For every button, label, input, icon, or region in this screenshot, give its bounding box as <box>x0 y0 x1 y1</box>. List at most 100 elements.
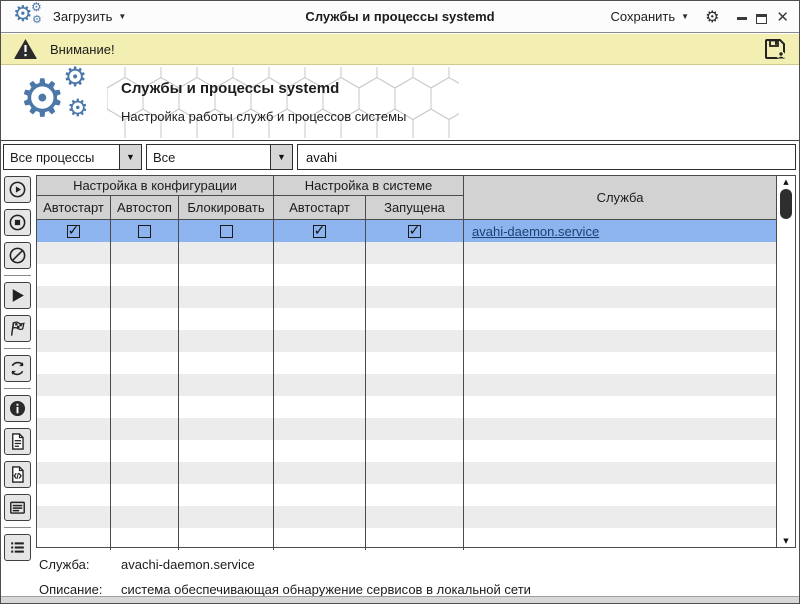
group-header-system[interactable]: Настройка в системе <box>274 176 464 196</box>
cell-running[interactable]: ✓ <box>366 220 464 242</box>
gear-icon: ⚙ <box>63 62 87 93</box>
vertical-scrollbar[interactable]: ▲ ▼ <box>776 175 796 548</box>
settings-gear-icon[interactable]: ⚙ <box>705 9 719 25</box>
search-input[interactable] <box>297 144 796 170</box>
table-body-filler <box>37 242 776 550</box>
process-filter-dropdown[interactable]: Все процессы ▼ <box>3 144 142 170</box>
maximize-button[interactable] <box>756 9 767 25</box>
table-row-empty[interactable] <box>37 396 776 418</box>
refresh-button[interactable] <box>4 355 31 382</box>
load-button[interactable]: Загрузить ▼ <box>47 5 132 28</box>
refresh-icon <box>8 359 27 378</box>
log-file-button[interactable] <box>4 428 31 455</box>
table-cell-empty <box>37 418 111 440</box>
table-row-empty[interactable] <box>37 242 776 264</box>
table-row-empty[interactable] <box>37 484 776 506</box>
play-circle-icon <box>8 180 27 199</box>
table-cell-empty <box>464 374 776 396</box>
checkbox[interactable] <box>138 225 151 238</box>
table-row-empty[interactable] <box>37 506 776 528</box>
cell-block[interactable] <box>179 220 274 242</box>
table-row-empty[interactable] <box>37 462 776 484</box>
gear-icon: ⚙ <box>31 0 42 14</box>
table-row-empty[interactable] <box>37 330 776 352</box>
scroll-up-icon[interactable]: ▲ <box>777 178 795 186</box>
cell-autostop[interactable] <box>111 220 179 242</box>
table-cell-empty <box>179 418 274 440</box>
stop-service-button[interactable] <box>4 209 31 236</box>
checkbox[interactable]: ✓ <box>408 225 421 238</box>
warning-bar: Внимание! <box>1 34 799 65</box>
table-row-empty[interactable] <box>37 308 776 330</box>
start-service-button[interactable] <box>4 176 31 203</box>
save-changes-icon[interactable] <box>763 37 787 61</box>
table-cell-empty <box>37 330 111 352</box>
table-row-empty[interactable] <box>37 286 776 308</box>
config-file-button[interactable] <box>4 461 31 488</box>
table-row-empty[interactable] <box>37 440 776 462</box>
run-button[interactable] <box>4 282 31 309</box>
dropdown-arrow-icon[interactable]: ▼ <box>270 145 292 169</box>
close-button[interactable]: ✕ <box>776 9 789 25</box>
service-link[interactable]: avahi-daemon.service <box>472 224 599 239</box>
dropdown-arrow-icon[interactable]: ▼ <box>119 145 141 169</box>
table-cell-empty <box>464 396 776 418</box>
toolbar-separator <box>4 388 31 389</box>
table-row-empty[interactable] <box>37 374 776 396</box>
minimize-button[interactable] <box>737 9 747 25</box>
table-cell-empty <box>274 242 366 264</box>
window-controls: ✕ <box>737 9 789 25</box>
table-cell-empty <box>111 396 179 418</box>
table-cell-empty <box>366 484 464 506</box>
forbid-service-button[interactable] <box>4 242 31 269</box>
scroll-down-icon[interactable]: ▼ <box>777 537 795 545</box>
bullet-list-icon <box>8 538 27 557</box>
table-cell-empty <box>464 308 776 330</box>
table-cell-empty <box>111 440 179 462</box>
save-button[interactable]: Сохранить ▼ <box>605 5 696 28</box>
cell-service: avahi-daemon.service <box>464 220 776 242</box>
gear-icon: ⚙ <box>67 94 89 122</box>
scrollbar-thumb[interactable] <box>780 189 792 219</box>
table-cell-empty <box>464 462 776 484</box>
table-cell-empty <box>464 352 776 374</box>
table-cell-empty <box>366 528 464 550</box>
table-row-empty[interactable] <box>37 528 776 550</box>
table-row-empty[interactable] <box>37 264 776 286</box>
table-cell-empty <box>464 440 776 462</box>
table-cell-empty <box>464 264 776 286</box>
checkbox[interactable]: ✓ <box>313 225 326 238</box>
table-cell-empty <box>179 462 274 484</box>
table-row-empty[interactable] <box>37 352 776 374</box>
table-cell-empty <box>111 308 179 330</box>
checkbox[interactable] <box>220 225 233 238</box>
column-header-block[interactable]: Блокировать <box>179 196 274 219</box>
table-cell-empty <box>464 242 776 264</box>
column-header-running[interactable]: Запущена <box>366 196 464 219</box>
table-cell-empty <box>179 484 274 506</box>
type-filter-dropdown[interactable]: Все ▼ <box>146 144 293 170</box>
table-cell-empty <box>37 528 111 550</box>
journal-view-button[interactable] <box>4 494 31 521</box>
column-header-autostart-config[interactable]: Автостарт <box>37 196 111 219</box>
column-header-service[interactable]: Служба <box>464 176 776 219</box>
stop-circle-icon <box>8 213 27 232</box>
table-cell-empty <box>274 286 366 308</box>
table-cell-empty <box>111 374 179 396</box>
info-button[interactable] <box>4 395 31 422</box>
table-row-selected[interactable]: ✓ ✓ ✓ avahi-daemon.service <box>37 220 776 242</box>
group-header-config[interactable]: Настройка в конфигурации <box>37 176 274 196</box>
unit-list-button[interactable] <box>4 534 31 561</box>
cell-autostart-config[interactable]: ✓ <box>37 220 111 242</box>
play-icon <box>8 286 27 305</box>
column-header-autostop[interactable]: Автостоп <box>111 196 179 219</box>
column-header-autostart-system[interactable]: Автостарт <box>274 196 366 219</box>
gear-icon: ⚙ <box>13 3 33 27</box>
document-code-icon <box>8 465 27 484</box>
table-row-empty[interactable] <box>37 418 776 440</box>
table-cell-empty <box>37 308 111 330</box>
cell-autostart-system[interactable]: ✓ <box>274 220 366 242</box>
table-cell-empty <box>111 506 179 528</box>
checkbox[interactable]: ✓ <box>67 225 80 238</box>
finish-flag-button[interactable] <box>4 315 31 342</box>
